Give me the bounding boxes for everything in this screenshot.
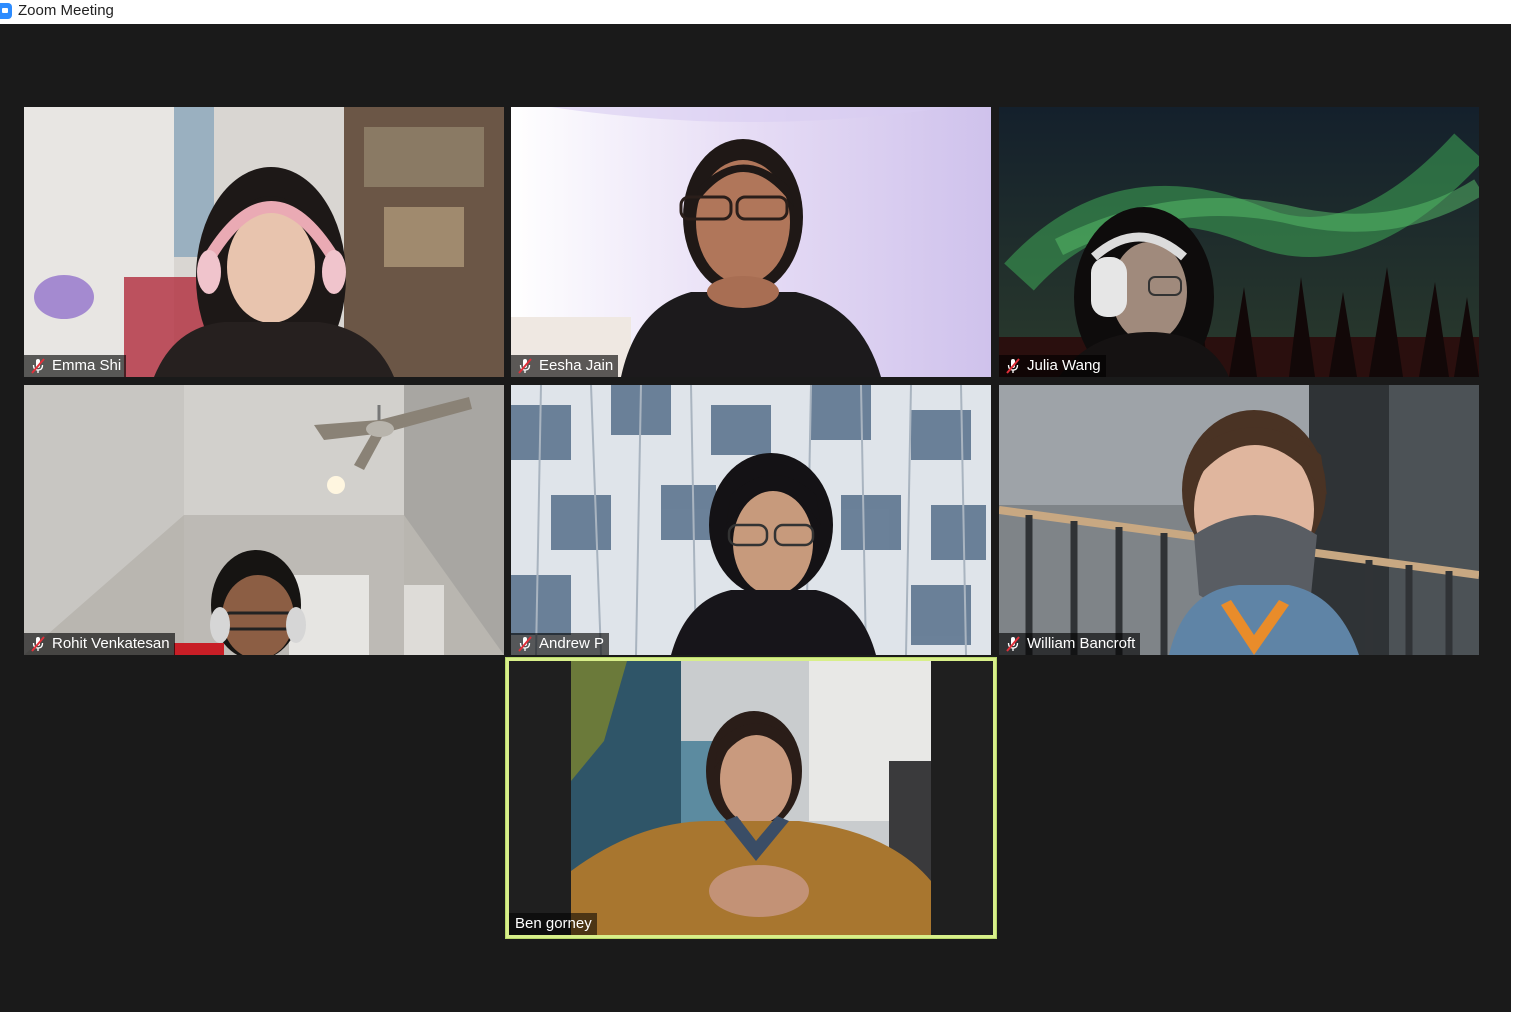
video-tile-julia-wang[interactable]: Julia Wang	[999, 107, 1479, 377]
participant-name-tag: William Bancroft	[999, 633, 1141, 655]
participant-video	[511, 107, 991, 377]
video-tile-ben-gorney-active-speaker[interactable]: Ben gorney	[506, 658, 996, 938]
participant-video	[24, 107, 504, 377]
participant-name: Ben gorney	[515, 915, 592, 932]
participant-name-tag: Emma Shi	[24, 355, 127, 377]
participant-name: Julia Wang	[1027, 357, 1101, 374]
participant-name-tag: Eesha Jain	[511, 355, 619, 377]
muted-microphone-icon	[518, 358, 532, 374]
participant-video	[999, 107, 1479, 377]
participant-video	[999, 385, 1479, 655]
video-tile-william-bancroft[interactable]: William Bancroft	[999, 385, 1479, 655]
participant-video	[511, 385, 991, 655]
participant-video	[24, 385, 504, 655]
video-tile-andrew-p[interactable]: Andrew P	[511, 385, 991, 655]
zoom-camera-icon	[0, 3, 12, 19]
participant-name-tag: Rohit Venkatesan	[24, 633, 175, 655]
participant-video	[509, 661, 993, 935]
participant-name: William Bancroft	[1027, 635, 1136, 652]
muted-microphone-icon	[31, 636, 45, 652]
participant-name: Andrew P	[539, 635, 605, 652]
muted-microphone-icon	[1006, 358, 1020, 374]
participant-name: Eesha Jain	[539, 357, 614, 374]
participant-name-tag: Julia Wang	[999, 355, 1106, 377]
participant-name: Rohit Venkatesan	[52, 635, 170, 652]
video-tile-emma-shi[interactable]: Emma Shi	[24, 107, 504, 377]
window-titlebar: Zoom Meeting	[0, 0, 1513, 24]
participant-name-tag: Andrew P	[511, 633, 610, 655]
participant-name: Emma Shi	[52, 357, 122, 374]
window-title: Zoom Meeting	[18, 2, 114, 19]
video-gallery: Emma Shi Eesha Jain Julia Wang Rohit Ven…	[0, 24, 1511, 1012]
participant-name-tag: Ben gorney	[509, 913, 597, 935]
muted-microphone-icon	[1006, 636, 1020, 652]
muted-microphone-icon	[518, 636, 532, 652]
muted-microphone-icon	[31, 358, 45, 374]
video-tile-rohit-venkatesan[interactable]: Rohit Venkatesan	[24, 385, 504, 655]
video-tile-eesha-jain[interactable]: Eesha Jain	[511, 107, 991, 377]
